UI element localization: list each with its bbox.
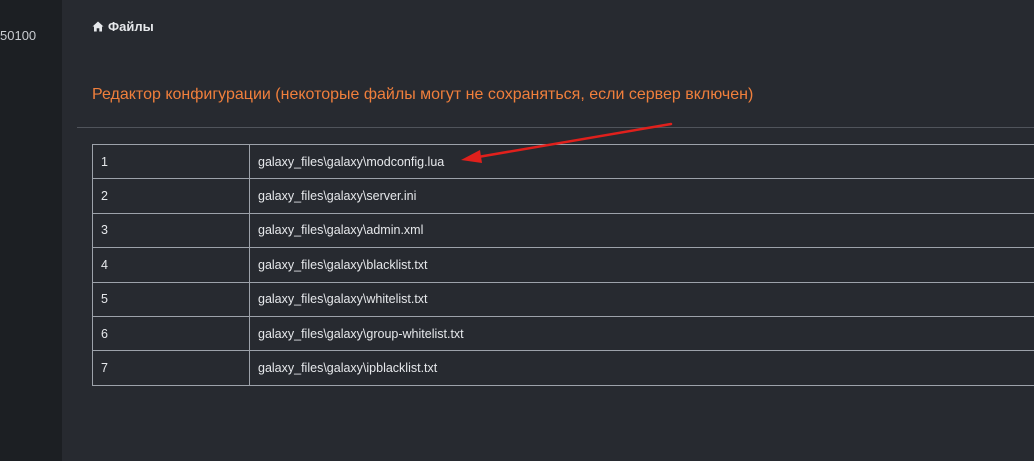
row-index: 3 <box>92 212 250 249</box>
row-index: 7 <box>92 350 250 386</box>
config-files-table: 1 galaxy_files\galaxy\modconfig.lua 2 ga… <box>92 143 1034 386</box>
config-editor-title: Редактор конфигурации (некоторые файлы м… <box>92 86 754 103</box>
file-path-link[interactable]: galaxy_files\galaxy\ipblacklist.txt <box>249 350 1034 386</box>
home-icon <box>92 21 104 32</box>
table-row[interactable]: 2 galaxy_files\galaxy\server.ini <box>92 178 1034 214</box>
breadcrumb-label[interactable]: Файлы <box>108 19 154 34</box>
row-index: 2 <box>92 178 250 214</box>
table-row[interactable]: 6 galaxy_files\galaxy\group-whitelist.tx… <box>92 315 1034 352</box>
file-path-link[interactable]: galaxy_files\galaxy\server.ini <box>249 178 1034 214</box>
row-index: 1 <box>92 143 250 180</box>
table-row[interactable]: 3 galaxy_files\galaxy\admin.xml <box>92 212 1034 249</box>
file-path-link[interactable]: galaxy_files\galaxy\admin.xml <box>249 212 1034 249</box>
sidebar: 50100 <box>0 0 62 461</box>
sidebar-server-id: 50100 <box>0 28 37 43</box>
breadcrumb[interactable]: Файлы <box>92 19 154 34</box>
table-row[interactable]: 4 galaxy_files\galaxy\blacklist.txt <box>92 247 1034 283</box>
file-path-link[interactable]: galaxy_files\galaxy\blacklist.txt <box>249 247 1034 283</box>
file-path-link[interactable]: galaxy_files\galaxy\modconfig.lua <box>249 143 1034 180</box>
table-row[interactable]: 5 galaxy_files\galaxy\whitelist.txt <box>92 281 1034 317</box>
table-row[interactable]: 1 galaxy_files\galaxy\modconfig.lua <box>92 143 1034 180</box>
main-content: Файлы Редактор конфигурации (некоторые ф… <box>62 0 1034 461</box>
file-path-link[interactable]: galaxy_files\galaxy\whitelist.txt <box>249 281 1034 317</box>
table-row[interactable]: 7 galaxy_files\galaxy\ipblacklist.txt <box>92 350 1034 386</box>
file-path-link[interactable]: galaxy_files\galaxy\group-whitelist.txt <box>249 315 1034 352</box>
row-index: 6 <box>92 315 250 352</box>
divider <box>77 127 1034 128</box>
row-index: 5 <box>92 281 250 317</box>
row-index: 4 <box>92 247 250 283</box>
